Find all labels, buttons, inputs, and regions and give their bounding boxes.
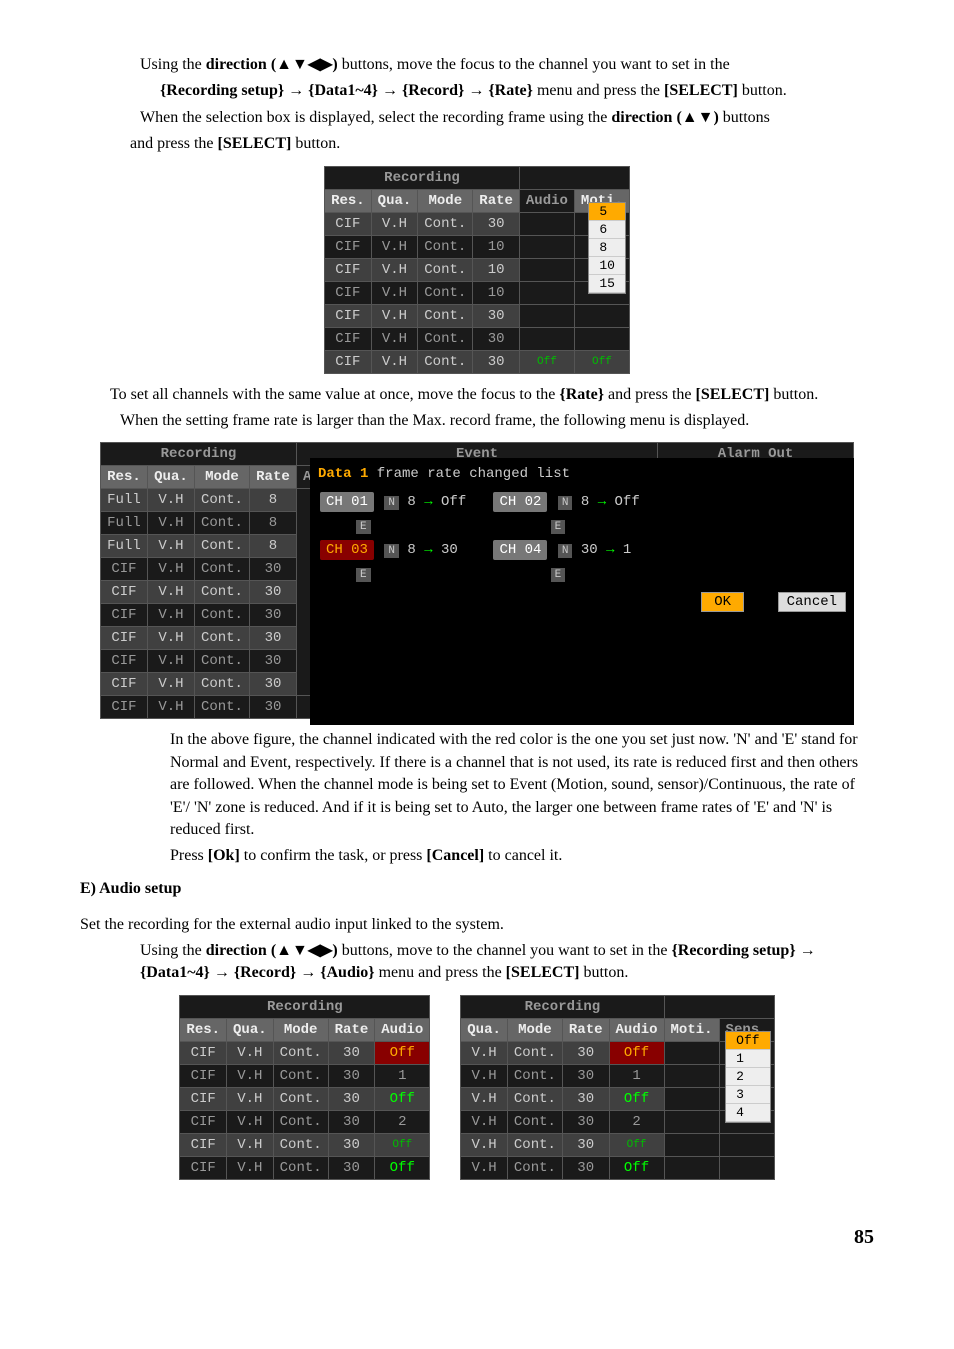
section-e-label: E) Audio setup bbox=[80, 880, 874, 898]
recording-table-3: Recording Res. Qua. Mode Rate Audio CIFV… bbox=[179, 995, 430, 1180]
ch-04-label: CH 04 bbox=[493, 540, 547, 560]
audio-dropdown[interactable]: Off 1 2 3 4 bbox=[725, 1031, 770, 1123]
para-direction-1: Using the direction (▲▼◀▶) buttons, move… bbox=[140, 54, 874, 76]
para-all-channels: To set all channels with the same value … bbox=[110, 384, 874, 406]
page-number: 85 bbox=[80, 1226, 874, 1249]
para-select-2: and press the [SELECT] button. bbox=[130, 133, 874, 155]
para-audio-path: Using the direction (▲▼◀▶) buttons, move… bbox=[140, 940, 874, 985]
para-path-1: {Recording setup} → {Data1~4} → {Record}… bbox=[160, 80, 874, 102]
table1-title: Recording bbox=[325, 166, 520, 189]
table2-wrap: Recording Event Alarm Out Res. Qua. Mode… bbox=[80, 436, 874, 725]
para-select-1: When the selection box is displayed, sel… bbox=[140, 107, 874, 129]
ok-button[interactable]: OK bbox=[701, 592, 744, 612]
frame-rate-changed-dialog: Data 1 frame rate changed list CH 01 N 8… bbox=[310, 458, 854, 725]
para-explain: In the above figure, the channel indicat… bbox=[170, 729, 874, 841]
recording-table-1: Recording Res. Qua. Mode Rate Audio Moti… bbox=[324, 166, 630, 374]
ch-03-label: CH 03 bbox=[320, 540, 374, 560]
ch-02-label: CH 02 bbox=[493, 492, 547, 512]
audio-tables-wrap: Recording Res. Qua. Mode Rate Audio CIFV… bbox=[80, 989, 874, 1186]
para-larger-frame: When the setting frame rate is larger th… bbox=[120, 410, 874, 432]
ch-01-label: CH 01 bbox=[320, 492, 374, 512]
rate-dropdown[interactable]: 5 6 8 10 15 bbox=[588, 202, 626, 294]
para-ok-cancel: Press [Ok] to confirm the task, or press… bbox=[170, 845, 874, 867]
para-audio-intro: Set the recording for the external audio… bbox=[80, 914, 874, 936]
dialog-title: Data 1 bbox=[318, 466, 368, 482]
table1-wrap: Recording Res. Qua. Mode Rate Audio Moti… bbox=[80, 160, 874, 380]
cancel-button[interactable]: Cancel bbox=[778, 592, 846, 612]
